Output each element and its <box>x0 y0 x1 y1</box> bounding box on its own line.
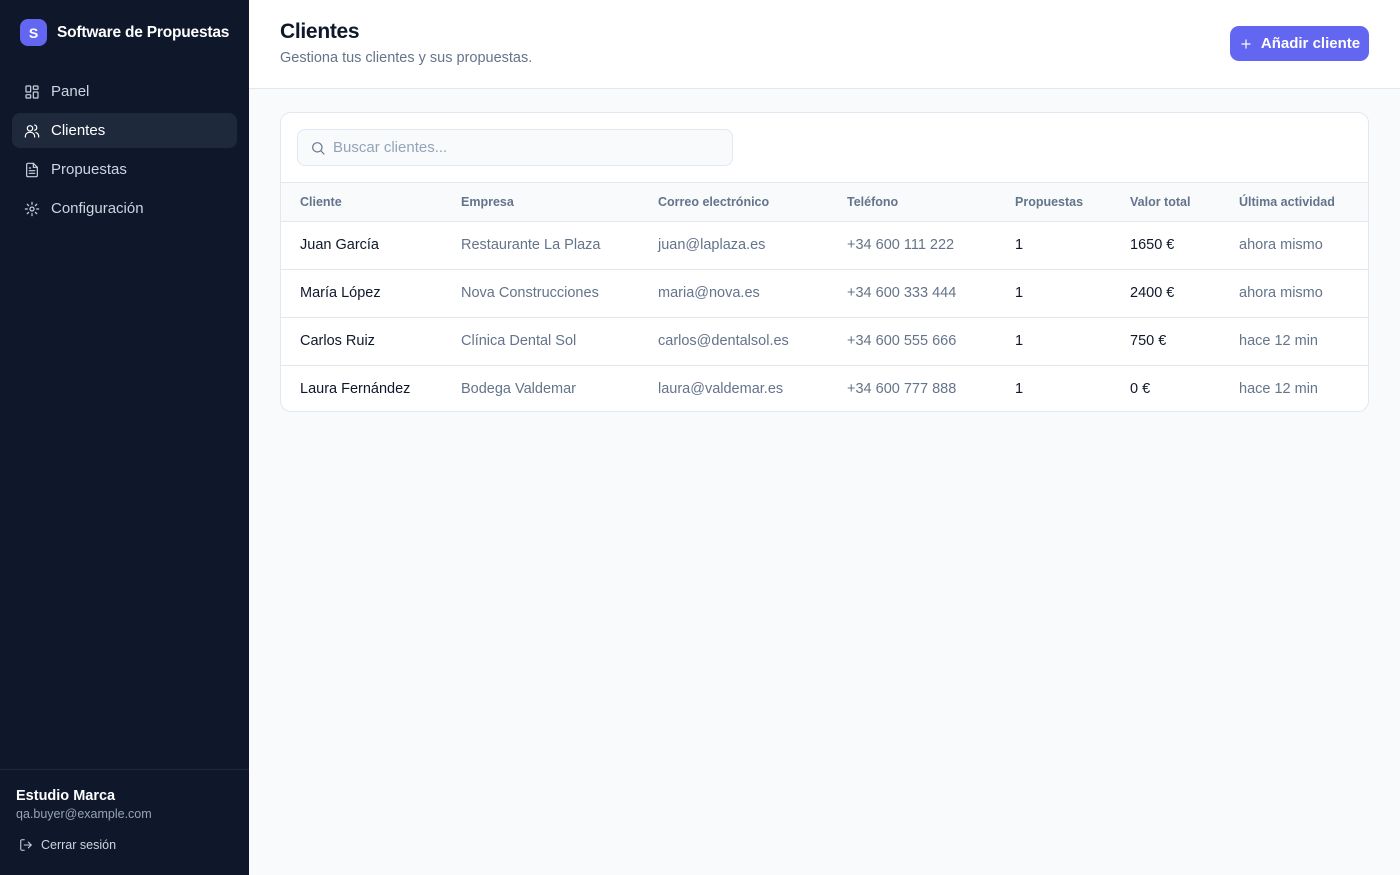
cell-client-name: Carlos Ruiz <box>300 333 375 349</box>
cell-total-value: 2400 € <box>1130 285 1175 301</box>
cell-proposals: 1 <box>1015 285 1024 301</box>
page-header: Clientes Gestiona tus clientes y sus pro… <box>249 0 1400 89</box>
cell-company: Nova Construcciones <box>461 285 599 301</box>
table-row[interactable]: Carlos Ruiz Clínica Dental Sol carlos@de… <box>281 318 1368 366</box>
cell-email: carlos@dentalsol.es <box>658 333 789 349</box>
clients-card: Cliente Empresa Correo electrónico Teléf… <box>280 112 1369 412</box>
layout-grid-icon <box>23 83 40 100</box>
user-name: Estudio Marca <box>16 788 116 804</box>
cell-last-activity: ahora mismo <box>1239 285 1323 301</box>
search-box <box>297 129 733 166</box>
brand-logo: S <box>20 19 47 46</box>
sidebar-footer: Estudio Marca qa.buyer@example.com Cerra… <box>0 769 249 875</box>
table-row[interactable]: Juan García Restaurante La Plaza juan@la… <box>281 222 1368 270</box>
plus-icon <box>1239 37 1261 51</box>
app-name: Software de Propuestas <box>57 23 230 41</box>
cell-company: Clínica Dental Sol <box>461 333 577 349</box>
cell-proposals: 1 <box>1015 381 1024 397</box>
page-subtitle: Gestiona tus clientes y sus propuestas. <box>280 50 533 66</box>
add-client-button[interactable]: Añadir cliente <box>1230 26 1369 61</box>
table-row[interactable]: Laura Fernández Bodega Valdemar laura@va… <box>281 366 1368 411</box>
cell-company: Restaurante La Plaza <box>461 237 601 253</box>
cell-proposals: 1 <box>1015 237 1024 253</box>
cell-total-value: 0 € <box>1130 381 1151 397</box>
cell-email: maria@nova.es <box>658 285 760 301</box>
add-client-label: Añadir cliente <box>1260 35 1361 52</box>
cell-phone: +34 600 333 444 <box>847 285 957 301</box>
logout-button[interactable]: Cerrar sesión <box>19 838 116 852</box>
cell-client-name: María López <box>300 285 381 301</box>
cell-phone: +34 600 555 666 <box>847 333 957 349</box>
brand[interactable]: S Software de Propuestas <box>20 19 229 46</box>
cell-company: Bodega Valdemar <box>461 381 577 397</box>
sidebar-item-label: Propuestas <box>51 161 127 178</box>
sidebar-item-panel[interactable]: Panel <box>12 74 237 109</box>
search-input[interactable] <box>333 130 723 165</box>
table-header: Cliente Empresa Correo electrónico Teléf… <box>281 182 1368 222</box>
cell-email: laura@valdemar.es <box>658 381 784 397</box>
cell-total-value: 750 € <box>1130 333 1167 349</box>
cell-last-activity: ahora mismo <box>1239 237 1323 253</box>
sidebar-item-propuestas[interactable]: Propuestas <box>12 152 237 187</box>
cell-phone: +34 600 777 888 <box>847 381 957 397</box>
user-email: qa.buyer@example.com <box>16 807 152 821</box>
cell-last-activity: hace 12 min <box>1239 381 1318 397</box>
main-content: Clientes Gestiona tus clientes y sus pro… <box>249 0 1400 875</box>
column-header-empresa[interactable]: Empresa <box>461 195 514 209</box>
file-text-icon <box>23 161 40 178</box>
sidebar: S Software de Propuestas Panel Clientes … <box>0 0 249 875</box>
cell-total-value: 1650 € <box>1130 237 1175 253</box>
column-header-cliente[interactable]: Cliente <box>300 195 342 209</box>
column-header-propuestas[interactable]: Propuestas <box>1015 195 1083 209</box>
cell-email: juan@laplaza.es <box>658 237 766 253</box>
cell-client-name: Laura Fernández <box>300 381 411 397</box>
page-title: Clientes <box>280 20 360 43</box>
sidebar-item-configuracion[interactable]: Configuración <box>12 191 237 226</box>
sidebar-nav: Panel Clientes Propuestas Configuración <box>12 74 237 230</box>
column-header-ultima-actividad[interactable]: Última actividad <box>1239 195 1335 209</box>
sidebar-item-label: Configuración <box>51 200 144 217</box>
cell-proposals: 1 <box>1015 333 1024 349</box>
cell-last-activity: hace 12 min <box>1239 333 1318 349</box>
sidebar-item-label: Clientes <box>51 122 106 139</box>
cell-client-name: Juan García <box>300 237 379 253</box>
logout-icon <box>19 838 41 852</box>
cell-phone: +34 600 111 222 <box>847 237 955 253</box>
logout-label: Cerrar sesión <box>41 838 117 852</box>
clients-table: Cliente Empresa Correo electrónico Teléf… <box>281 182 1368 411</box>
table-row[interactable]: María López Nova Construcciones maria@no… <box>281 270 1368 318</box>
users-icon <box>23 122 40 139</box>
sidebar-item-label: Panel <box>51 83 90 100</box>
sidebar-item-clientes[interactable]: Clientes <box>12 113 237 148</box>
column-header-telefono[interactable]: Teléfono <box>847 195 898 209</box>
gear-icon <box>23 200 40 217</box>
column-header-correo[interactable]: Correo electrónico <box>658 195 769 209</box>
column-header-valor-total[interactable]: Valor total <box>1130 195 1190 209</box>
